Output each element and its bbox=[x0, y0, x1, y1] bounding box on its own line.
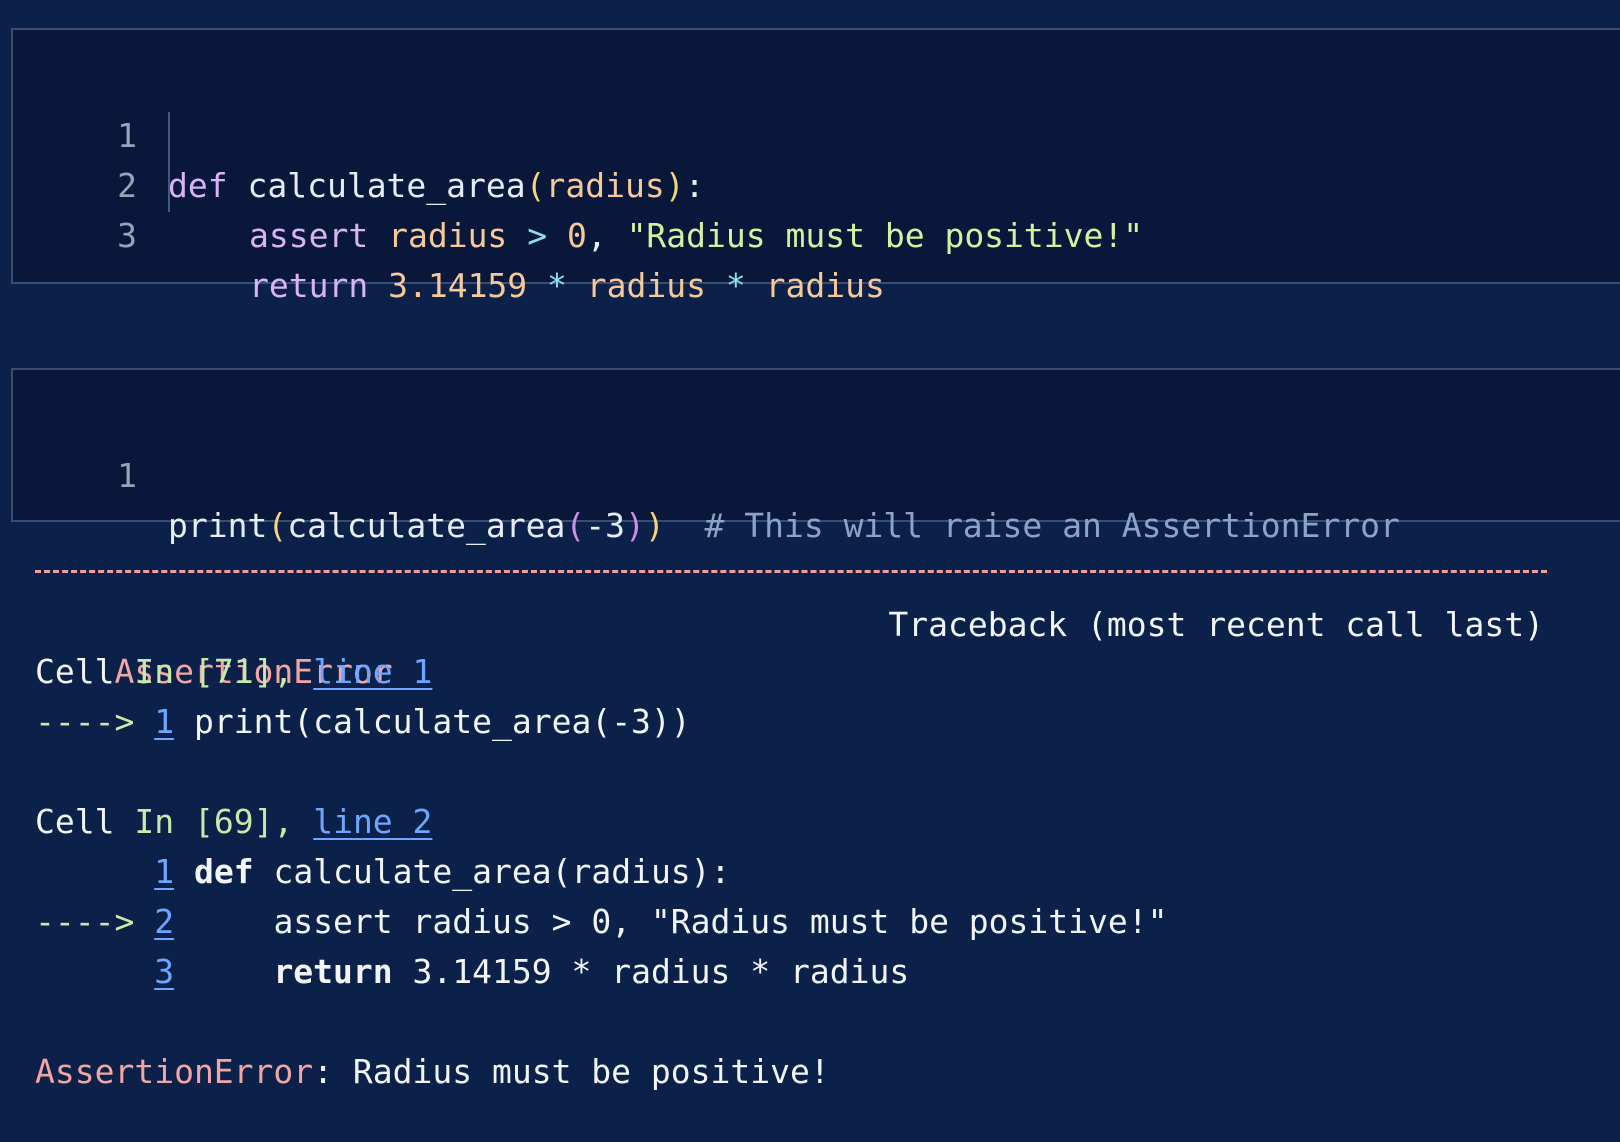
code-line-3: 3 return 3.14159 * radius * radius bbox=[13, 161, 885, 305]
frame-2-line-1: 1 def calculate_area(radius): bbox=[35, 847, 730, 897]
cell-ref: [71], bbox=[193, 652, 294, 691]
variable: radius bbox=[586, 266, 707, 305]
keyword-assert: assert bbox=[249, 216, 369, 255]
parameter: radius bbox=[545, 166, 665, 205]
line-number: 1 bbox=[117, 456, 137, 495]
final-error-line: AssertionError: Radius must be positive! bbox=[35, 1047, 830, 1097]
keyword-return: return bbox=[249, 266, 369, 305]
code-snippet: 3.14159 * radius * radius bbox=[412, 952, 910, 991]
variable: radius bbox=[388, 216, 508, 255]
number: 0 bbox=[566, 216, 587, 255]
error-message: : Radius must be positive! bbox=[313, 1052, 830, 1091]
code-cell-2[interactable]: 1 print(calculate_area(-3)) # This will … bbox=[11, 368, 1620, 545]
keyword-def: def bbox=[168, 166, 228, 205]
operator: * bbox=[725, 266, 746, 305]
error-output: AssertionError Traceback (most recent ca… bbox=[0, 540, 1620, 1140]
line-number-link[interactable]: 3 bbox=[154, 952, 174, 991]
function-name: calculate_area bbox=[247, 166, 526, 205]
line-number-link[interactable]: 1 bbox=[154, 852, 174, 891]
separator-line bbox=[35, 570, 1547, 573]
cell-word: Cell bbox=[35, 652, 115, 691]
line-number: 2 bbox=[117, 166, 137, 205]
operator: * bbox=[547, 266, 567, 305]
string-literal: "Radius must be positive!" bbox=[626, 216, 1144, 255]
error-name: AssertionError bbox=[35, 1052, 314, 1091]
code-snippet: calculate_area(radius): bbox=[273, 852, 731, 891]
line-number-link[interactable]: 1 bbox=[154, 702, 174, 741]
keyword-return: return bbox=[273, 952, 393, 991]
traceback-header: AssertionError bbox=[35, 597, 392, 691]
line-number: 1 bbox=[117, 116, 137, 155]
comma: , bbox=[586, 216, 607, 255]
frame-1-header: Cell In [71], line 1 bbox=[35, 647, 432, 697]
frame-1-code-line: ----> 1 print(calculate_area(-3)) bbox=[35, 697, 691, 747]
line-number: 3 bbox=[117, 216, 137, 255]
traceback-label: Traceback (most recent call last) bbox=[888, 605, 1544, 644]
colon: : bbox=[684, 166, 705, 205]
code-line-2: 2 assert radius > 0, "Radius must be pos… bbox=[13, 111, 1143, 255]
arrow-indicator: ----> bbox=[35, 902, 135, 941]
variable: radius bbox=[765, 266, 885, 305]
line-number-link[interactable]: 2 bbox=[154, 902, 174, 941]
paren: ) bbox=[664, 166, 685, 205]
cell-word: Cell bbox=[35, 802, 115, 841]
code-cell-1[interactable]: 1 def calculate_area(radius): 2 assert r… bbox=[11, 28, 1620, 305]
line-link[interactable]: line 2 bbox=[313, 802, 432, 841]
code-snippet: assert radius > 0, "Radius must be posit… bbox=[193, 902, 1168, 941]
operator: > bbox=[527, 216, 548, 255]
number: 3.14159 bbox=[388, 266, 528, 305]
code-snippet: print(calculate_area(-3)) bbox=[193, 702, 691, 741]
frame-2-header: Cell In [69], line 2 bbox=[35, 797, 432, 847]
keyword-def: def bbox=[193, 852, 254, 891]
code-line-1: 1 print(calculate_area(-3)) # This will … bbox=[13, 401, 1400, 545]
in-word: In bbox=[134, 652, 175, 691]
cell-ref: [69], bbox=[193, 802, 294, 841]
arrow-indicator: ----> bbox=[35, 702, 135, 741]
frame-2-line-3: 3 return 3.14159 * radius * radius bbox=[35, 947, 909, 997]
line-link[interactable]: line 1 bbox=[313, 652, 432, 691]
in-word: In bbox=[134, 802, 175, 841]
code-line-1: 1 def calculate_area(radius): bbox=[13, 61, 704, 205]
frame-2-line-2: ----> 2 assert radius > 0, "Radius must … bbox=[35, 897, 1168, 947]
paren: ( bbox=[525, 166, 546, 205]
